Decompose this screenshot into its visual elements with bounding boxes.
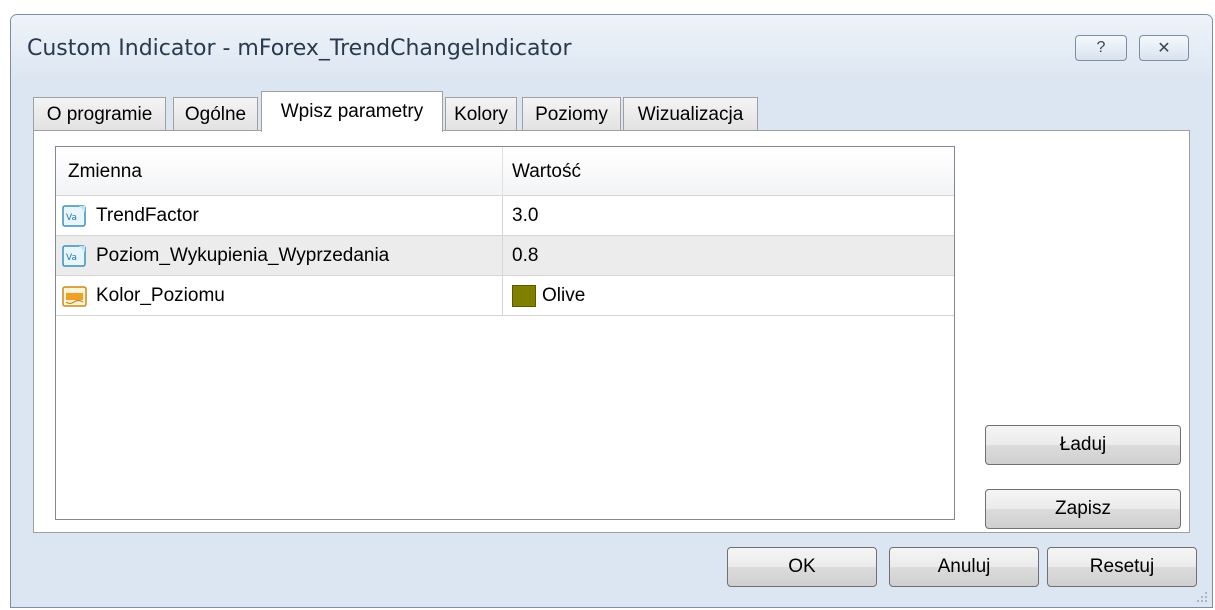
title-bar: Custom Indicator - mForex_TrendChangeInd… [11,15,1212,79]
color-variable-icon [62,285,87,307]
ok-button[interactable]: OK [727,547,877,587]
resize-grip-icon[interactable] [1196,591,1208,603]
svg-text:Va: Va [66,213,77,223]
tab-label: Wizualizacja [637,103,744,125]
tab-wpisz-parametry[interactable]: Wpisz parametry [261,91,443,132]
table-row[interactable]: Va TrendFactor 3.0 [56,196,954,236]
variable-cell: Va Poziom_Wykupienia_Wyprzedania [56,236,503,275]
variable-value: Olive [542,284,586,306]
variable-value: 3.0 [512,204,539,226]
ok-button-label: OK [788,556,816,577]
column-header-value[interactable]: Wartość [503,147,954,196]
variable-icon: Va [62,204,86,227]
variable-cell: Va TrendFactor [56,196,503,235]
tab-label: Wpisz parametry [280,101,424,122]
table-row[interactable]: Va Poziom_Wykupienia_Wyprzedania 0.8 [56,236,954,276]
variable-value: 0.8 [512,244,539,266]
variable-cell: Kolor_Poziomu [56,276,503,315]
reset-button[interactable]: Resetuj [1047,547,1197,587]
window-title: Custom Indicator - mForex_TrendChangeInd… [27,36,572,61]
value-cell[interactable]: Olive [503,276,954,315]
tab-kolory[interactable]: Kolory [445,97,517,131]
column-header-variable[interactable]: Zmienna [56,147,503,196]
cancel-button-label: Anuluj [937,556,991,577]
close-icon: ✕ [1157,40,1171,57]
tab-label: Ogólne [184,103,247,125]
variable-name: Kolor_Poziomu [96,284,225,306]
close-button[interactable]: ✕ [1139,35,1189,61]
tab-label: Kolory [454,103,508,125]
color-swatch [512,284,536,307]
value-cell[interactable]: 3.0 [503,196,954,235]
cancel-button[interactable]: Anuluj [889,547,1039,587]
help-icon: ? [1096,39,1106,56]
load-button[interactable]: Ładuj [985,425,1181,465]
reset-button-label: Resetuj [1089,556,1155,577]
help-button[interactable]: ? [1075,35,1127,61]
table-row[interactable]: Kolor_Poziomu Olive [56,276,954,316]
tab-panel: Zmienna Wartość Va TrendFactor 3.0 Va Po… [33,130,1190,533]
svg-text:Va: Va [66,253,77,263]
tab-poziomy[interactable]: Poziomy [522,97,621,131]
tab-o-programie[interactable]: O programie [33,97,166,131]
variable-name: Poziom_Wykupienia_Wyprzedania [96,244,390,266]
tab-label: O programie [46,103,153,125]
value-cell[interactable]: 0.8 [503,236,954,275]
save-button[interactable]: Zapisz [985,489,1181,529]
tab-label: Poziomy [535,103,608,125]
save-button-label: Zapisz [1055,498,1111,519]
variable-name: TrendFactor [96,204,199,226]
tab-ogolne[interactable]: Ogólne [173,97,258,131]
parameters-grid: Zmienna Wartość Va TrendFactor 3.0 Va Po… [55,146,955,520]
tab-wizualizacja[interactable]: Wizualizacja [623,97,758,131]
dialog-window: Custom Indicator - mForex_TrendChangeInd… [10,14,1213,608]
load-button-label: Ładuj [1059,434,1107,455]
grid-header: Zmienna Wartość [56,147,954,196]
variable-icon: Va [62,244,86,267]
